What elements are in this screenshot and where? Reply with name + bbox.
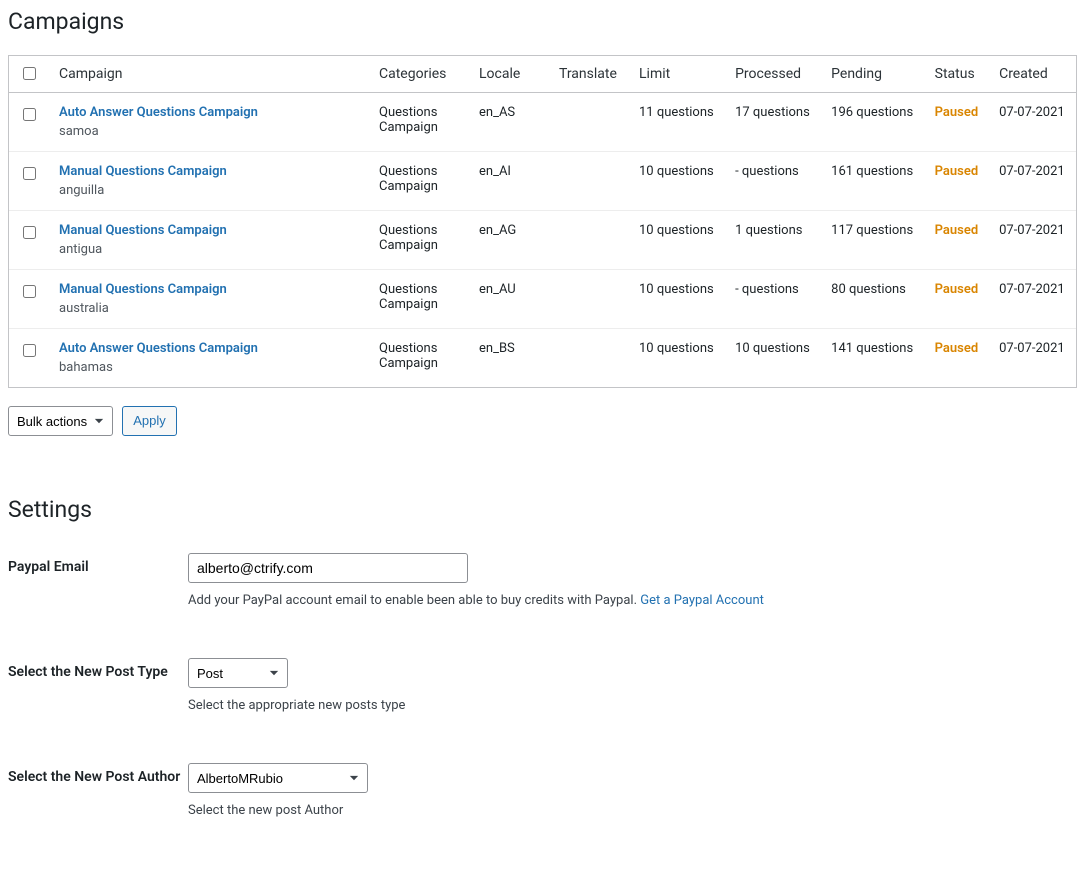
cell-limit: 10 questions — [629, 152, 725, 211]
campaign-sub: anguilla — [59, 183, 359, 198]
cell-translate — [549, 329, 629, 388]
paypal-email-label: Paypal Email — [8, 553, 188, 575]
campaign-link[interactable]: Auto Answer Questions Campaign — [59, 105, 258, 120]
post-type-row: Select the New Post Type Post Select the… — [8, 658, 1077, 713]
cell-locale: en_AI — [469, 152, 549, 211]
cell-created: 07-07-2021 — [989, 93, 1076, 152]
cell-created: 07-07-2021 — [989, 270, 1076, 329]
campaign-link[interactable]: Manual Questions Campaign — [59, 223, 227, 238]
cell-pending: 80 questions — [821, 270, 925, 329]
post-type-help: Select the appropriate new posts type — [188, 698, 1077, 713]
row-checkbox[interactable] — [23, 167, 36, 180]
cell-created: 07-07-2021 — [989, 329, 1076, 388]
cell-pending: 117 questions — [821, 211, 925, 270]
status-badge: Paused — [935, 341, 979, 356]
header-checkbox — [9, 56, 49, 93]
post-author-row: Select the New Post Author AlbertoMRubio… — [8, 763, 1077, 818]
status-badge: Paused — [935, 105, 979, 120]
post-type-label: Select the New Post Type — [8, 658, 188, 680]
header-created[interactable]: Created — [989, 56, 1076, 93]
row-checkbox[interactable] — [23, 344, 36, 357]
settings-title: Settings — [8, 496, 1077, 523]
cell-categories: QuestionsCampaign — [369, 329, 469, 388]
table-row: Manual Questions Campaign australia Questi… — [9, 270, 1076, 329]
campaign-link[interactable]: Auto Answer Questions Campaign — [59, 341, 258, 356]
header-translate[interactable]: Translate — [549, 56, 629, 93]
bulk-actions-select[interactable]: Bulk actions — [8, 406, 113, 436]
paypal-help-text: Add your PayPal account email to enable … — [188, 593, 640, 608]
campaign-sub: bahamas — [59, 360, 359, 375]
cell-processed: 10 questions — [725, 329, 821, 388]
paypal-email-help: Add your PayPal account email to enable … — [188, 593, 1077, 608]
campaign-sub: samoa — [59, 124, 359, 139]
cell-categories: QuestionsCampaign — [369, 93, 469, 152]
campaign-link[interactable]: Manual Questions Campaign — [59, 282, 227, 297]
cell-processed: 1 questions — [725, 211, 821, 270]
campaign-sub: australia — [59, 301, 359, 316]
header-categories[interactable]: Categories — [369, 56, 469, 93]
cell-pending: 196 questions — [821, 93, 925, 152]
post-author-help: Select the new post Author — [188, 803, 1077, 818]
select-all-checkbox[interactable] — [23, 67, 36, 80]
cell-categories: QuestionsCampaign — [369, 152, 469, 211]
cell-limit: 10 questions — [629, 329, 725, 388]
campaign-link[interactable]: Manual Questions Campaign — [59, 164, 227, 179]
header-status[interactable]: Status — [925, 56, 989, 93]
table-row: Auto Answer Questions Campaign samoa Quest… — [9, 93, 1076, 152]
row-checkbox[interactable] — [23, 226, 36, 239]
paypal-email-row: Paypal Email Add your PayPal account ema… — [8, 553, 1077, 608]
post-type-select[interactable]: Post — [188, 658, 288, 688]
post-author-label: Select the New Post Author — [8, 763, 188, 785]
header-limit[interactable]: Limit — [629, 56, 725, 93]
cell-processed: 17 questions — [725, 93, 821, 152]
cell-pending: 161 questions — [821, 152, 925, 211]
post-author-select[interactable]: AlbertoMRubio — [188, 763, 368, 793]
cell-translate — [549, 152, 629, 211]
cell-created: 07-07-2021 — [989, 152, 1076, 211]
header-processed[interactable]: Processed — [725, 56, 821, 93]
table-row: Auto Answer Questions Campaign bahamas Que… — [9, 329, 1076, 388]
cell-categories: QuestionsCampaign — [369, 270, 469, 329]
campaign-sub: antigua — [59, 242, 359, 257]
cell-limit: 10 questions — [629, 211, 725, 270]
cell-locale: en_AU — [469, 270, 549, 329]
cell-locale: en_AS — [469, 93, 549, 152]
header-locale[interactable]: Locale — [469, 56, 549, 93]
row-checkbox[interactable] — [23, 108, 36, 121]
cell-processed: - questions — [725, 270, 821, 329]
apply-button[interactable]: Apply — [122, 406, 177, 436]
row-checkbox[interactable] — [23, 285, 36, 298]
header-campaign[interactable]: Campaign — [49, 56, 369, 93]
cell-limit: 10 questions — [629, 270, 725, 329]
status-badge: Paused — [935, 223, 979, 238]
page-title: Campaigns — [8, 8, 1077, 35]
table-row: Manual Questions Campaign anguilla Questio… — [9, 152, 1076, 211]
cell-processed: - questions — [725, 152, 821, 211]
status-badge: Paused — [935, 282, 979, 297]
status-badge: Paused — [935, 164, 979, 179]
cell-locale: en_BS — [469, 329, 549, 388]
campaigns-table: Campaign Categories Locale Translate Lim… — [9, 56, 1076, 387]
paypal-email-input[interactable] — [188, 553, 468, 583]
cell-created: 07-07-2021 — [989, 211, 1076, 270]
campaigns-table-wrap: Campaign Categories Locale Translate Lim… — [8, 55, 1077, 388]
header-pending[interactable]: Pending — [821, 56, 925, 93]
cell-translate — [549, 93, 629, 152]
get-paypal-link[interactable]: Get a Paypal Account — [640, 593, 764, 608]
cell-limit: 11 questions — [629, 93, 725, 152]
cell-pending: 141 questions — [821, 329, 925, 388]
table-row: Manual Questions Campaign antigua Question… — [9, 211, 1076, 270]
bulk-actions-row: Bulk actions Apply — [8, 406, 1077, 436]
cell-translate — [549, 211, 629, 270]
cell-locale: en_AG — [469, 211, 549, 270]
cell-categories: QuestionsCampaign — [369, 211, 469, 270]
cell-translate — [549, 270, 629, 329]
